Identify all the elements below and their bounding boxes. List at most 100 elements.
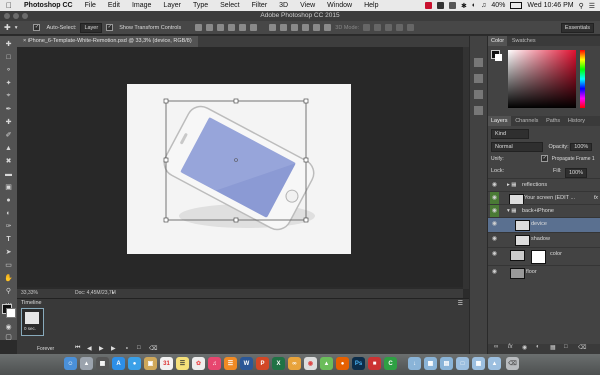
quick-select-tool-icon[interactable]: ✦ <box>3 78 14 88</box>
prev-frame-icon[interactable]: ◀ <box>87 345 92 352</box>
align-right-icon[interactable] <box>250 24 258 31</box>
auto-select-dropdown[interactable]: Layer <box>80 22 103 33</box>
path-select-tool-icon[interactable]: ➤ <box>3 247 14 257</box>
eye-icon[interactable]: ◉ <box>490 266 499 279</box>
tab-channels[interactable]: Channels <box>512 116 541 126</box>
new-frame-icon[interactable]: □ <box>137 345 141 351</box>
3d-scale-icon[interactable] <box>407 24 415 31</box>
properties-panel-icon[interactable] <box>474 74 483 83</box>
menu-clock[interactable]: Wed 10:46 PM <box>527 2 573 9</box>
3d-slide-icon[interactable] <box>396 24 404 31</box>
battery-icon[interactable] <box>510 2 523 9</box>
maps-icon[interactable]: ▲ <box>320 357 333 370</box>
bg-swatch[interactable] <box>495 54 502 61</box>
tab-layers[interactable]: Layers <box>488 116 511 126</box>
3d-roll-icon[interactable] <box>374 24 382 31</box>
history-brush-tool-icon[interactable]: ✖ <box>3 156 14 166</box>
rectangle-tool-icon[interactable]: ▭ <box>3 260 14 270</box>
layer-row-shadow[interactable]: ◉ shadow <box>488 232 600 247</box>
opacity-input[interactable]: 100% <box>570 143 593 151</box>
document-tab[interactable]: × iPhone_6-Template-White-Remotion.psd @… <box>17 36 198 47</box>
distribute-top-icon[interactable] <box>269 24 277 31</box>
type-tool-icon[interactable]: T <box>3 234 14 244</box>
align-center-icon[interactable] <box>239 24 247 31</box>
next-frame-icon[interactable]: ▶ <box>111 345 116 352</box>
powerpoint-icon[interactable]: P <box>256 357 269 370</box>
tool-preset-dropdown[interactable]: ▾ <box>15 25 18 31</box>
excel-icon[interactable]: X <box>272 357 285 370</box>
lasso-tool-icon[interactable]: ⚬ <box>3 65 14 75</box>
menu-type[interactable]: Type <box>187 2 214 9</box>
calendar-icon[interactable]: 31 <box>160 357 173 370</box>
frame-time[interactable]: 0 sec. <box>24 326 36 331</box>
add-mask-icon[interactable]: ◉ <box>522 344 527 351</box>
chrome-icon[interactable]: ◉ <box>304 357 317 370</box>
layer-row-floor[interactable]: ◉ floor <box>488 265 600 280</box>
tab-swatches[interactable]: Swatches <box>509 36 539 46</box>
finder-icon[interactable]: ☺ <box>64 357 77 370</box>
crop-tool-icon[interactable]: ⌖ <box>3 91 14 101</box>
distribute-bottom-icon[interactable] <box>291 24 299 31</box>
wifi-icon[interactable]: ◐ <box>472 2 476 9</box>
align-middle-icon[interactable] <box>206 24 214 31</box>
distribute-middle-icon[interactable] <box>280 24 288 31</box>
launchpad-icon[interactable]: ▲ <box>80 357 93 370</box>
timeline-menu-icon[interactable]: ☰ <box>458 300 463 307</box>
quick-mask-icon[interactable]: ◉ <box>3 322 14 332</box>
minimize-window-icon[interactable] <box>13 13 19 19</box>
documents-folder-icon[interactable]: ▦ <box>424 357 437 370</box>
menu-select[interactable]: Select <box>214 2 245 9</box>
delete-frame-icon[interactable]: ⌫ <box>149 345 157 352</box>
align-bottom-icon[interactable] <box>217 24 225 31</box>
zoom-window-icon[interactable] <box>22 13 28 19</box>
tab-paths[interactable]: Paths <box>543 116 563 126</box>
close-tab-icon[interactable]: × <box>23 38 26 44</box>
notes-icon[interactable]: ☰ <box>176 357 189 370</box>
eye-icon[interactable]: ◉ <box>490 233 499 246</box>
new-group-icon[interactable]: ▦ <box>550 344 556 351</box>
workspace-dropdown[interactable]: Essentials <box>560 22 594 33</box>
status-menu-arrow-icon[interactable]: ▸ <box>112 290 115 296</box>
eraser-tool-icon[interactable]: ▬ <box>3 169 14 179</box>
tab-history[interactable]: History <box>565 116 588 126</box>
desktop-folder-icon[interactable]: ▦ <box>472 357 485 370</box>
menu-app-name[interactable]: Photoshop CC <box>18 2 79 9</box>
menu-window[interactable]: Window <box>321 2 358 9</box>
align-left-icon[interactable] <box>228 24 236 31</box>
search-icon[interactable]: ⚲ <box>579 2 584 10</box>
menu-file[interactable]: File <box>79 2 102 9</box>
play-icon[interactable]: ▶ <box>99 345 104 352</box>
zoom-level[interactable]: 33,33% <box>21 290 38 296</box>
eyedropper-tool-icon[interactable]: ✒ <box>3 104 14 114</box>
tween-icon[interactable]: ∘ <box>125 345 129 352</box>
zoom-tool-icon[interactable]: ⚲ <box>3 286 14 296</box>
menu-edit[interactable]: Edit <box>102 2 126 9</box>
camtasia-icon[interactable]: C <box>384 357 397 370</box>
adjustment-layer-icon[interactable]: ◐ <box>536 344 540 350</box>
layer-row-device[interactable]: ◉ device <box>488 217 600 232</box>
app-store-icon[interactable]: A <box>112 357 125 370</box>
blur-tool-icon[interactable]: ● <box>3 195 14 205</box>
photos-icon[interactable]: ✿ <box>192 357 205 370</box>
align-top-icon[interactable] <box>195 24 203 31</box>
ibooks-icon[interactable]: ☰ <box>224 357 237 370</box>
brush-tool-icon[interactable]: ✐ <box>3 130 14 140</box>
healing-brush-tool-icon[interactable]: ✚ <box>3 117 14 127</box>
add-style-icon[interactable]: fx <box>508 344 513 350</box>
move-tool-icon[interactable]: ✚ <box>4 23 11 32</box>
eye-icon[interactable]: ◉ <box>490 248 499 261</box>
gradient-tool-icon[interactable]: ▣ <box>3 182 14 192</box>
hue-slider[interactable] <box>580 50 585 108</box>
menu-image[interactable]: Image <box>126 2 157 9</box>
preview-icon[interactable]: ▣ <box>144 357 157 370</box>
layer-row-reflections[interactable]: ◉ ▸ ▦ reflections <box>488 178 600 192</box>
layer-row-color[interactable]: ◉ color <box>488 247 600 265</box>
layer-row-back-iphone[interactable]: ◉ ▾ ▦ back+iPhone <box>488 204 600 218</box>
forever-icon[interactable]: ∞ <box>288 357 301 370</box>
dodge-tool-icon[interactable]: ◐ <box>3 208 14 218</box>
distribute-center-icon[interactable] <box>313 24 321 31</box>
document-canvas[interactable] <box>127 84 351 254</box>
word-icon[interactable]: W <box>240 357 253 370</box>
screenflow-icon[interactable]: ■ <box>368 357 381 370</box>
distribute-right-icon[interactable] <box>324 24 332 31</box>
